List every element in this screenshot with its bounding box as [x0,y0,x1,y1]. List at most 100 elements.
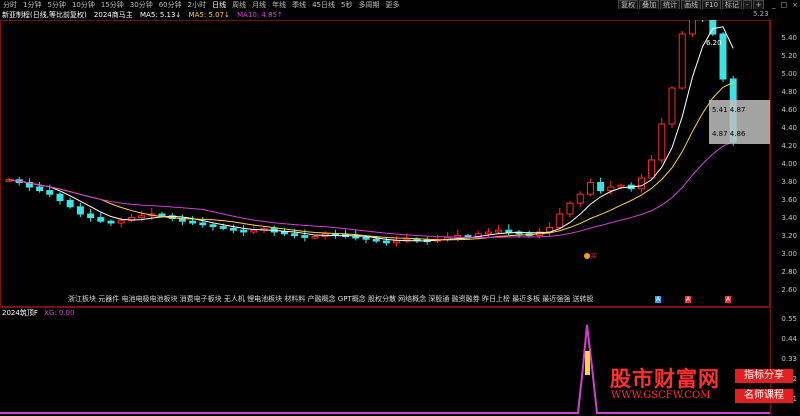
candle-body [505,229,513,233]
period-tab[interactable]: 60分钟 [156,1,185,9]
candle-body [566,202,574,215]
sub-indicator-bar [585,351,590,375]
period-tab[interactable]: 5秒 [338,1,355,9]
toolbar-button[interactable]: 标记 [722,0,743,9]
signal-marker: A [655,296,662,303]
period-tab[interactable]: 日线 [209,1,229,9]
candle-body [219,226,227,229]
buy-signal-icon [584,253,590,259]
toolbar-button[interactable]: 画线 [681,0,702,9]
ma20-line [8,141,734,239]
candle-body [56,193,64,201]
period-tab[interactable]: 更多 [382,1,402,9]
period-tab[interactable]: 分时 [0,1,20,9]
candle-body [393,240,401,244]
candlestick-chart: 5.41 4.87 4.87 4.86 6.20 买 [5,20,770,260]
watermark-tag-course: 名师课程 [735,389,793,403]
high-price-label: 6.20 [706,39,722,47]
candle-body [597,182,605,192]
candle-body [495,229,503,233]
candle-body [648,159,656,179]
toolbar-button[interactable]: - [743,0,752,9]
candle-body [158,213,166,217]
watermark-title: 股市财富网 [610,366,720,391]
sub-tick-label: 0.44 [781,335,797,343]
window-control-icon[interactable]: × [792,1,798,9]
toolbar-button[interactable]: 统计 [660,0,681,9]
price-tick-label: 4.00 [781,160,797,168]
candle-body [76,206,84,215]
candle-body [668,87,676,125]
candle-body [586,182,594,195]
ma2-value: MA5: 5.07↓ [188,11,230,19]
toolbar-button[interactable]: 复权 [618,0,639,9]
period-tab[interactable]: 15分钟 [98,1,127,9]
period-tab[interactable]: 年线 [269,1,289,9]
buy-signal-label: 买 [591,252,597,260]
chart-info-line: 新亚制程(日线,等比前复权) 2024商马主 MA5: 5.13↓ MA5: 5… [2,10,288,20]
watermark-url: WWW.GSCFW.COM [611,390,711,401]
period-tab[interactable]: 季线 [289,1,309,9]
price-tick-label: 5.00 [781,70,797,78]
period-tab[interactable]: 30分钟 [127,1,156,9]
candle-body [107,220,115,224]
toolbar-button[interactable]: 叠加 [639,0,660,9]
candle-body [362,236,370,240]
price-tick-label: 3.60 [781,196,797,204]
candle-body [464,235,472,238]
price-tick-label: 4.60 [781,106,797,114]
period-tab[interactable]: 5分钟 [44,1,68,9]
period-tab[interactable]: 多周期 [355,1,382,9]
candle-body [617,184,625,188]
toolbar-right: 复权 叠加 统计 画线 F10 标记 - + _ □ × [617,0,798,9]
candle-body [46,190,54,195]
period-tab[interactable]: 月线 [249,1,269,9]
candle-body [658,123,666,161]
signal-marker: A [725,296,732,303]
price-tick-label: 3.00 [781,250,797,258]
candle-body [229,227,237,231]
candle-body [250,229,258,233]
period-tab[interactable]: 10分钟 [69,1,98,9]
candle-body [199,222,207,226]
price-tick-label: 2.80 [781,268,797,276]
concept-tags: 浙江板块 元器件 电池电极电池板块 消费电子板块 无人机 锂电池板块 材料料 产… [68,295,594,303]
candle-body [291,233,299,237]
ma-box-value: 5.23 [753,10,769,18]
candle-body [36,186,44,192]
candle-body [637,177,645,190]
price-axis: 5.40 5.20 5.00 4.80 4.60 4.40 4.20 4.00 3.80 3.60… [770,20,800,307]
candle-body [87,213,95,219]
selection-label-top: 5.41 4.87 [712,106,745,114]
ma1-value: MA5: 5.13↓ [139,11,182,19]
candle-body [382,240,390,244]
candle-body [678,33,686,89]
candle-body [280,231,288,235]
candle-body [311,236,319,239]
price-tick-label: 2.60 [781,286,797,294]
period-tab[interactable]: 周线 [229,1,249,9]
window-control-icon[interactable]: _ [772,1,776,9]
toolbar-button[interactable]: + [752,0,765,9]
ma5-line [8,26,734,242]
period-tab[interactable]: 1分钟 [20,1,44,9]
stock-name: 新亚制程(日线,等比前复权) [2,11,87,19]
candle-body [688,20,696,35]
candle-body [97,217,105,222]
window-control-icon[interactable]: □ [781,1,788,9]
ma3-value: MA10: 4.85↑ [237,11,283,19]
period-tab[interactable]: 2小时 [185,1,209,9]
toolbar-button[interactable]: F10 [702,0,722,9]
candle-body [556,213,564,228]
candle-body [576,193,584,204]
watermark-tag-indicator: 指标分享 [735,369,793,383]
sub-tick-label: 0.55 [781,315,797,323]
period-tab[interactable]: 45日线 [309,1,338,9]
candle-body [484,231,492,235]
sub-tick-label: 0.33 [781,355,797,363]
candle-body [352,236,360,239]
price-tick-label: 4.20 [781,142,797,150]
price-tick-label: 3.20 [781,232,797,240]
price-tick-label: 5.20 [781,52,797,60]
candle-body [301,235,309,238]
